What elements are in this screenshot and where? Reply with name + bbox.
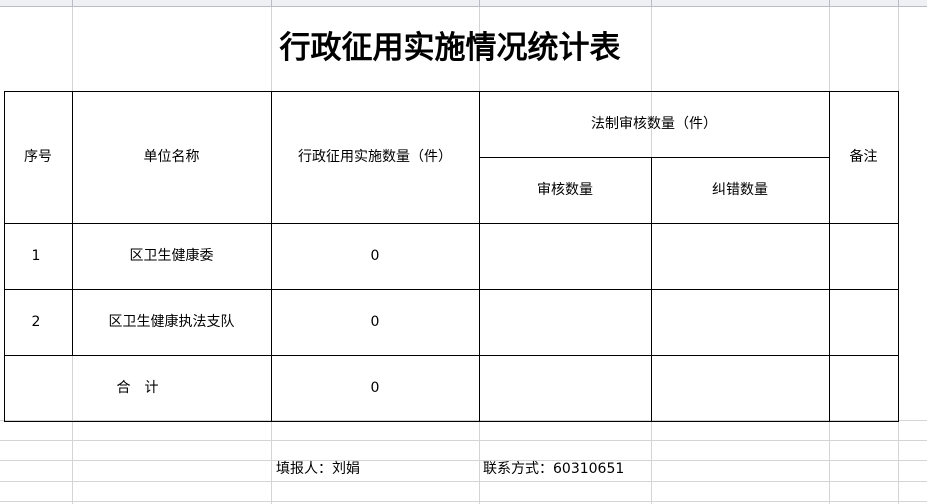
sheet-title[interactable]: 行政征用实施情况统计表 [0, 18, 900, 78]
header-correction-count[interactable]: 纠错数量 [651, 180, 829, 200]
column-letter-d[interactable]: D [562, 0, 569, 3]
contact-label[interactable]: 联系方式：60310651 [483, 459, 624, 479]
reporter-label[interactable]: 填报人：刘娟 [276, 459, 360, 479]
header-unit-name[interactable]: 单位名称 [72, 147, 271, 167]
row-1-seq[interactable]: 1 [4, 246, 68, 266]
column-letter-e[interactable]: E [737, 0, 743, 3]
row-1-impl-count[interactable]: 0 [271, 246, 479, 266]
column-letter-b[interactable]: B [168, 0, 174, 3]
column-letter-c[interactable]: C [372, 0, 378, 3]
column-header-bar[interactable]: A B C D E F [0, 0, 927, 7]
total-label[interactable]: 合 计 [4, 378, 271, 398]
header-remarks[interactable]: 备注 [829, 147, 898, 167]
header-impl-count[interactable]: 行政征用实施数量（件） [271, 147, 479, 167]
row-2-seq[interactable]: 2 [4, 312, 68, 332]
row-2-impl-count[interactable]: 0 [271, 312, 479, 332]
header-legal-review[interactable]: 法制审核数量（件） [479, 114, 829, 134]
column-letter-a[interactable]: A [33, 0, 39, 3]
row-2-unit-name[interactable]: 区卫生健康执法支队 [72, 312, 271, 332]
total-impl-count[interactable]: 0 [271, 378, 479, 398]
header-review-count[interactable]: 审核数量 [479, 180, 651, 200]
header-seq[interactable]: 序号 [4, 147, 72, 167]
column-letter-f[interactable]: F [860, 0, 865, 3]
row-1-unit-name[interactable]: 区卫生健康委 [72, 246, 271, 266]
